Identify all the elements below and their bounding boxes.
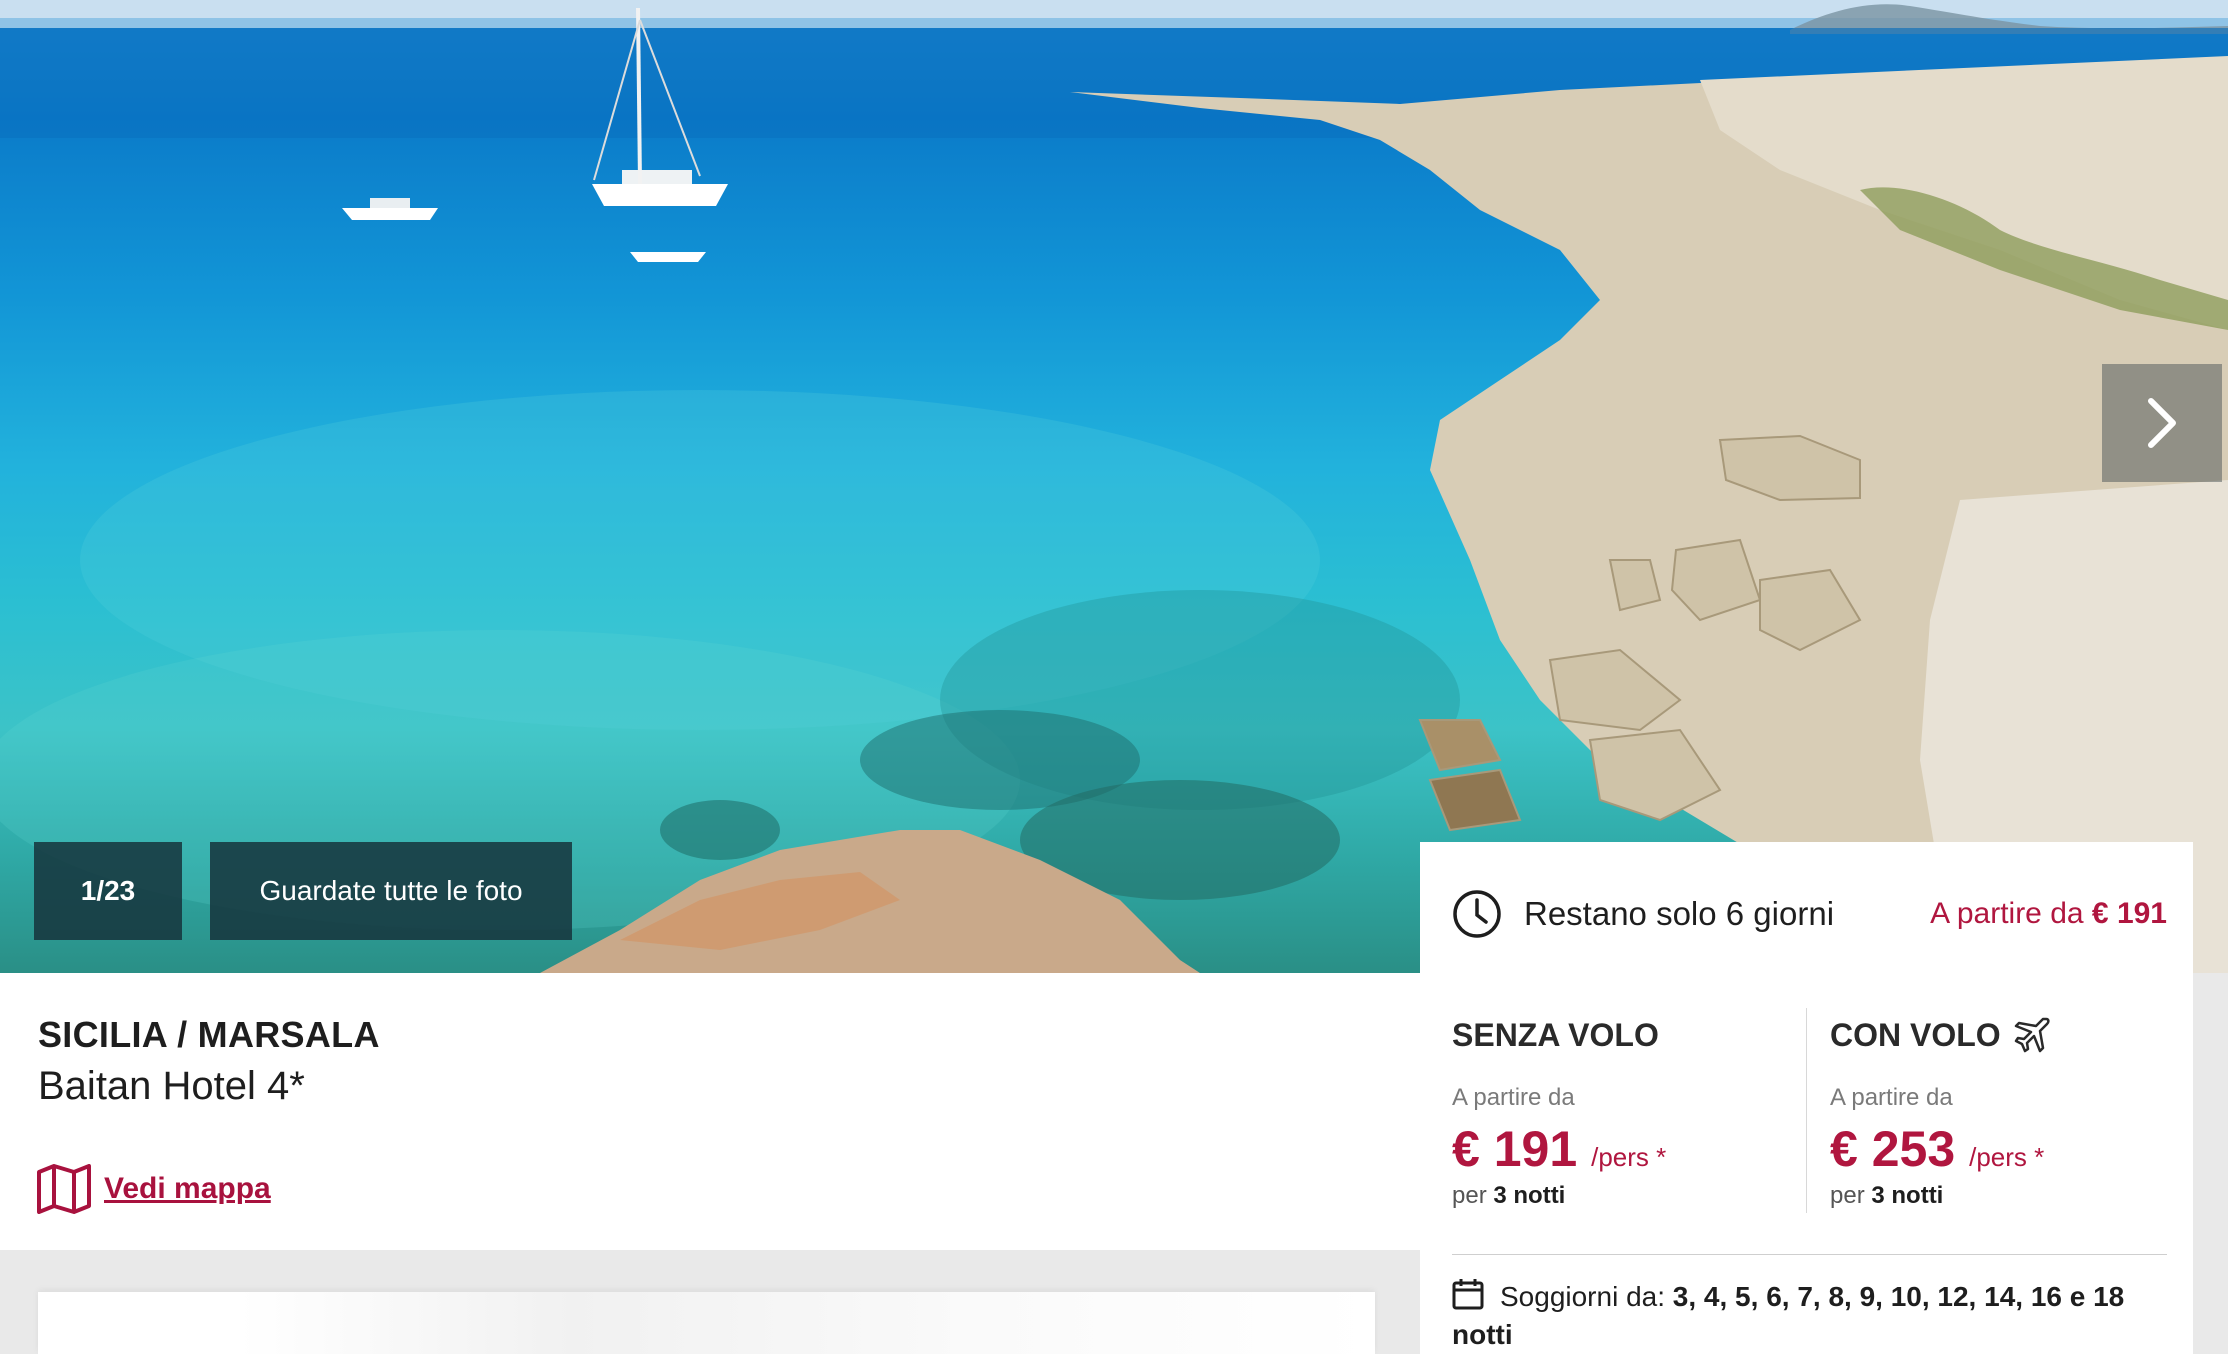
calendar-icon bbox=[1452, 1279, 1484, 1310]
side-background bbox=[2193, 973, 2228, 1354]
deadline-text: Restano solo 6 giorni bbox=[1524, 895, 1835, 932]
hero-photo[interactable]: 1/23 Guardate tutte le foto bbox=[0, 0, 2228, 973]
hotel-heading: SICILIA / MARSALA Baitan Hotel 4* bbox=[38, 1014, 380, 1109]
panel-divider bbox=[1452, 1254, 2167, 1255]
nights-prefix: per bbox=[1452, 1182, 1487, 1209]
hotel-region: SICILIA / MARSALA bbox=[38, 1014, 380, 1055]
option-nights: per 3 notti bbox=[1452, 1182, 1666, 1210]
option-per-person: /pers * bbox=[1591, 1142, 1667, 1172]
chevron-right-icon bbox=[2148, 398, 2176, 448]
option-without-flight[interactable]: SENZA VOLO A partire da € 191 /pers * pe… bbox=[1452, 1012, 1666, 1210]
option-from-label: A partire da bbox=[1830, 1084, 1953, 1111]
view-all-photos-button[interactable]: Guardate tutte le foto bbox=[210, 842, 572, 940]
map-icon bbox=[37, 1164, 91, 1214]
plane-icon bbox=[2014, 1017, 2050, 1053]
option-with-flight[interactable]: CON VOLO A partire da € 253 /pers * per … bbox=[1830, 1012, 2051, 1210]
option-divider bbox=[1806, 1008, 1807, 1213]
nights-prefix: per bbox=[1830, 1182, 1865, 1209]
option-from-label: A partire da bbox=[1452, 1084, 1575, 1111]
stays-label: Soggiorni da: bbox=[1500, 1281, 1666, 1312]
offer-panel: Restano solo 6 giorni A partire da € 191… bbox=[1420, 842, 2193, 1354]
view-map-label[interactable]: Vedi mappa bbox=[104, 1172, 271, 1206]
nights-value: 3 notti bbox=[1493, 1182, 1566, 1209]
from-price-value: € 191 bbox=[2091, 897, 2167, 930]
option-title: CON VOLO bbox=[1830, 1016, 2001, 1053]
content-card bbox=[38, 1292, 1375, 1354]
option-nights: per 3 notti bbox=[1830, 1182, 2051, 1210]
hero-scene bbox=[0, 0, 2228, 973]
from-price-label: A partire da bbox=[1930, 897, 2084, 930]
next-photo-button[interactable] bbox=[2102, 364, 2222, 482]
nights-value: 3 notti bbox=[1871, 1182, 1944, 1209]
hotel-name: Baitan Hotel 4* bbox=[38, 1064, 305, 1108]
clock-icon bbox=[1453, 890, 1501, 938]
option-price: € 191 bbox=[1452, 1121, 1578, 1177]
view-map-link[interactable]: Vedi mappa bbox=[36, 1164, 271, 1214]
deadline-row: Restano solo 6 giorni A partire da € 191 bbox=[1452, 884, 2167, 944]
from-price-summary: A partire da € 191 bbox=[1930, 897, 2167, 931]
option-title: SENZA VOLO bbox=[1452, 1016, 1659, 1053]
option-per-person: /pers * bbox=[1969, 1142, 2045, 1172]
stay-lengths: Soggiorni da: 3, 4, 5, 6, 7, 8, 9, 10, 1… bbox=[1452, 1278, 2167, 1354]
option-price: € 253 bbox=[1830, 1121, 1956, 1177]
photo-counter: 1/23 bbox=[34, 842, 182, 940]
